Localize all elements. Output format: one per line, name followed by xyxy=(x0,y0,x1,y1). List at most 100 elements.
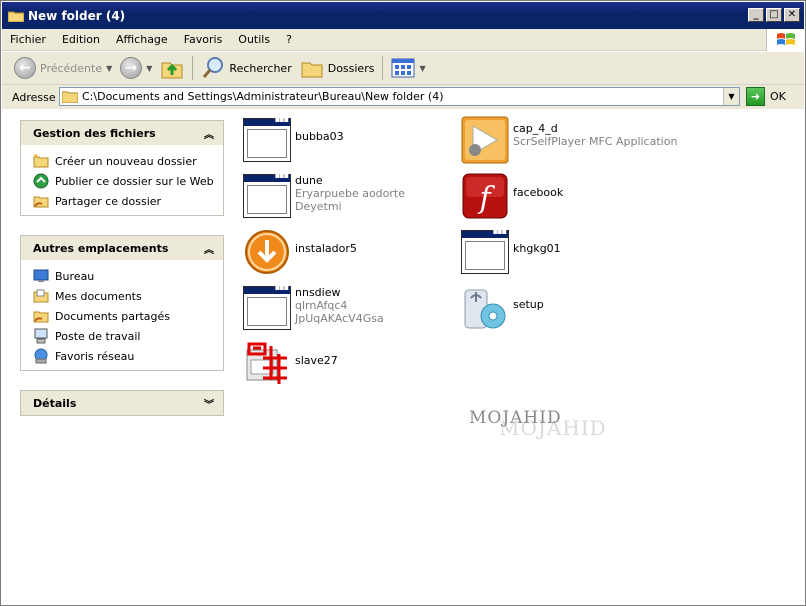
place-label: Poste de travail xyxy=(55,329,141,343)
explorer-window: New folder (4) _ □ ✕ Fichier Edition Aff… xyxy=(0,0,806,606)
place-desktop[interactable]: Bureau xyxy=(33,266,223,286)
up-folder-icon xyxy=(161,62,183,79)
file-item[interactable]: bubba03 xyxy=(243,115,344,164)
place-label: Bureau xyxy=(55,269,95,283)
menu-favoris[interactable]: Favoris xyxy=(176,33,231,46)
chinese-char-icon xyxy=(246,342,287,384)
task-label: Publier ce dossier sur le Web xyxy=(55,174,214,188)
address-dropdown-button[interactable]: ▼ xyxy=(723,88,739,105)
chevron-down-icon[interactable]: ▼ xyxy=(106,64,112,73)
details-header[interactable]: Détails ︾ xyxy=(21,391,223,415)
file-name: setup xyxy=(513,298,544,311)
search-button[interactable]: Rechercher xyxy=(197,54,295,82)
shared-folder-icon xyxy=(33,311,49,323)
maximize-button[interactable]: □ xyxy=(766,8,782,22)
setup-icon xyxy=(464,289,506,329)
toolbar: ← Précédente ▼ → ▼ Rechercher Dossiers ▼ xyxy=(2,52,804,85)
file-description: qlrnAfqc4 xyxy=(295,299,348,312)
globe-icon xyxy=(33,173,49,189)
flash-icon: f xyxy=(462,173,508,219)
place-network[interactable]: Favoris réseau xyxy=(33,346,223,366)
folders-label: Dossiers xyxy=(327,61,375,75)
go-button[interactable]: ➜ OK xyxy=(746,87,786,106)
file-name: khgkg01 xyxy=(513,242,561,255)
windows-logo-icon xyxy=(766,29,804,51)
desktop-icon xyxy=(33,269,49,282)
menu-fichier[interactable]: Fichier xyxy=(2,33,54,46)
app-window-icon xyxy=(243,283,291,332)
minimize-button[interactable]: _ xyxy=(748,8,764,22)
share-folder-icon xyxy=(33,196,49,208)
back-arrow-icon: ← xyxy=(14,57,36,79)
file-tasks-box: Gestion des fichiers ︽ Créer un nouveau … xyxy=(20,120,224,216)
app-window-icon xyxy=(461,227,509,276)
address-bar: Adresse C:\Documents and Settings\Admini… xyxy=(2,85,804,109)
menu-help[interactable]: ? xyxy=(278,33,300,46)
task-pane: Gestion des fichiers ︽ Créer un nouveau … xyxy=(2,110,231,604)
file-item[interactable]: instalador5 xyxy=(243,228,357,276)
file-item[interactable]: f facebook xyxy=(461,172,563,220)
task-publish-web[interactable]: Publier ce dossier sur le Web xyxy=(33,171,223,191)
file-name: cap_4_d xyxy=(513,122,558,135)
window-title: New folder (4) xyxy=(28,8,126,23)
forward-button[interactable]: → ▼ xyxy=(116,54,156,82)
player-icon xyxy=(461,116,509,164)
go-arrow-icon: ➜ xyxy=(746,87,765,106)
details-box: Détails ︾ xyxy=(20,390,224,416)
task-new-folder[interactable]: Créer un nouveau dossier xyxy=(33,151,223,171)
folder-icon xyxy=(8,11,24,22)
collapse-icon[interactable]: ︽ xyxy=(201,125,217,141)
file-item[interactable]: cap_4_d ScrSelfPlayer MFC Application xyxy=(461,116,677,164)
address-label: Adresse xyxy=(12,90,56,104)
file-item[interactable]: dune Eryarpuebe aodorte Deyetmi xyxy=(243,171,405,220)
views-button[interactable]: ▼ xyxy=(387,54,429,82)
folders-icon xyxy=(301,62,323,78)
address-path: C:\Documents and Settings\Administrateur… xyxy=(82,90,444,103)
documents-folder-icon xyxy=(33,289,49,303)
other-places-header[interactable]: Autres emplacements ︽ xyxy=(21,236,223,260)
up-folder-button[interactable] xyxy=(156,54,188,82)
file-tasks-header[interactable]: Gestion des fichiers ︽ xyxy=(21,121,223,145)
menu-edition[interactable]: Edition xyxy=(54,33,108,46)
chevron-down-icon[interactable]: ▼ xyxy=(419,64,425,73)
file-name: facebook xyxy=(513,186,564,199)
expand-icon[interactable]: ︾ xyxy=(201,395,217,411)
title-bar[interactable]: New folder (4) _ □ ✕ xyxy=(2,2,804,29)
place-label: Mes documents xyxy=(55,289,142,303)
file-item[interactable]: khgkg01 xyxy=(461,227,561,276)
watermark-shadow: MOJAHID xyxy=(499,416,607,440)
file-item[interactable]: setup xyxy=(461,284,544,332)
task-share-folder[interactable]: Partager ce dossier xyxy=(33,191,223,211)
file-name: bubba03 xyxy=(295,130,344,143)
place-label: Documents partagés xyxy=(55,309,170,323)
file-name: dune xyxy=(295,174,323,187)
file-company: JpUqAKAcV4Gsa xyxy=(295,312,384,325)
menu-outils[interactable]: Outils xyxy=(230,33,278,46)
place-shared-documents[interactable]: Documents partagés xyxy=(33,306,223,326)
file-item[interactable]: nnsdiew qlrnAfqc4 JpUqAKAcV4Gsa xyxy=(243,283,384,332)
file-company: Deyetmi xyxy=(295,200,342,213)
search-label: Rechercher xyxy=(229,61,292,75)
collapse-icon[interactable]: ︽ xyxy=(201,240,217,256)
place-label: Favoris réseau xyxy=(55,349,135,363)
back-button[interactable]: ← Précédente ▼ xyxy=(10,54,116,82)
watermark: MOJAHID MOJAHID xyxy=(469,408,606,440)
address-input[interactable]: C:\Documents and Settings\Administrateur… xyxy=(59,87,740,106)
file-name: nnsdiew xyxy=(295,286,341,299)
other-places-box: Autres emplacements ︽ Bureau Mes documen… xyxy=(20,235,224,371)
network-icon xyxy=(34,348,48,364)
file-description: ScrSelfPlayer MFC Application xyxy=(513,135,678,148)
menu-affichage[interactable]: Affichage xyxy=(108,33,176,46)
close-button[interactable]: ✕ xyxy=(784,8,800,22)
forward-arrow-icon: → xyxy=(120,57,143,79)
place-my-computer[interactable]: Poste de travail xyxy=(33,326,223,346)
file-name: instalador5 xyxy=(295,242,357,255)
place-my-documents[interactable]: Mes documents xyxy=(33,286,223,306)
app-window-icon xyxy=(243,171,291,220)
file-item[interactable]: slave27 xyxy=(243,340,338,388)
chevron-down-icon[interactable]: ▼ xyxy=(146,64,152,73)
task-label: Partager ce dossier xyxy=(55,194,162,208)
folders-button[interactable]: Dossiers xyxy=(296,54,379,82)
computer-icon xyxy=(34,328,48,344)
menu-bar: Fichier Edition Affichage Favoris Outils… xyxy=(2,29,804,51)
